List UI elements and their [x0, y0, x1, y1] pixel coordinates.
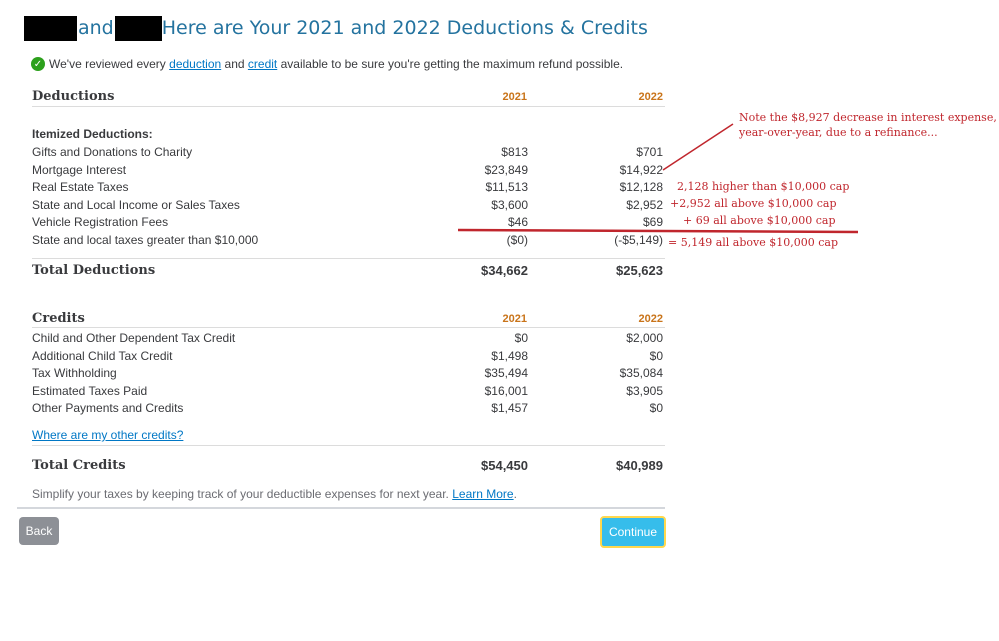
annotation-note-line2: year-over-year, due to a refinance... [739, 126, 938, 139]
annotation-underline [457, 228, 859, 234]
annotation-arrow [662, 123, 734, 171]
annotation-vehicle: + 69 all above $10,000 cap [683, 214, 836, 227]
annotation-real-estate: 2,128 higher than $10,000 cap [677, 180, 850, 193]
annotation-note-line1: Note the $8,927 decrease in interest exp… [739, 111, 997, 124]
annotation-state-local: +2,952 all above $10,000 cap [670, 197, 837, 210]
annotation-total-excess: = 5,149 all above $10,000 cap [668, 236, 838, 249]
annotation-overlay [457, 123, 859, 234]
